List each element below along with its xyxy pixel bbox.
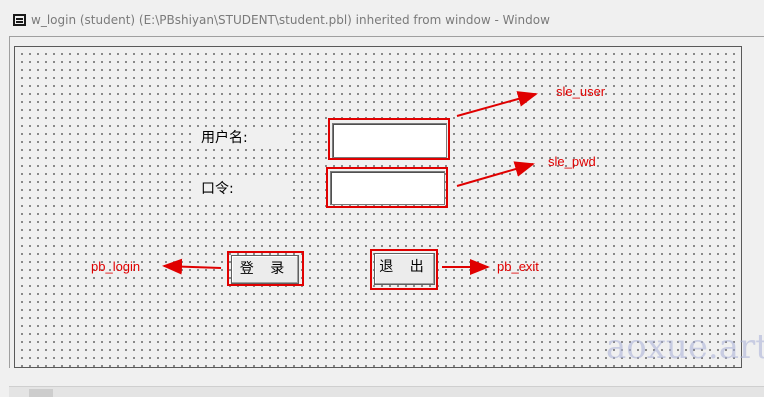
horizontal-scrollbar[interactable]: [9, 386, 764, 397]
annotation-sle-pwd: sle_pwd: [548, 154, 596, 169]
annotation-pb-login: pb_login: [91, 259, 141, 274]
right-arrow-icon: [456, 91, 538, 117]
right-arrow-icon: [456, 161, 535, 187]
annotation-sle-user: sle_user: [556, 84, 606, 99]
watermark: aoxue.art: [606, 327, 764, 367]
left-arrow-icon: [162, 258, 222, 275]
annotation-pb-exit: pb_exit: [497, 259, 539, 274]
